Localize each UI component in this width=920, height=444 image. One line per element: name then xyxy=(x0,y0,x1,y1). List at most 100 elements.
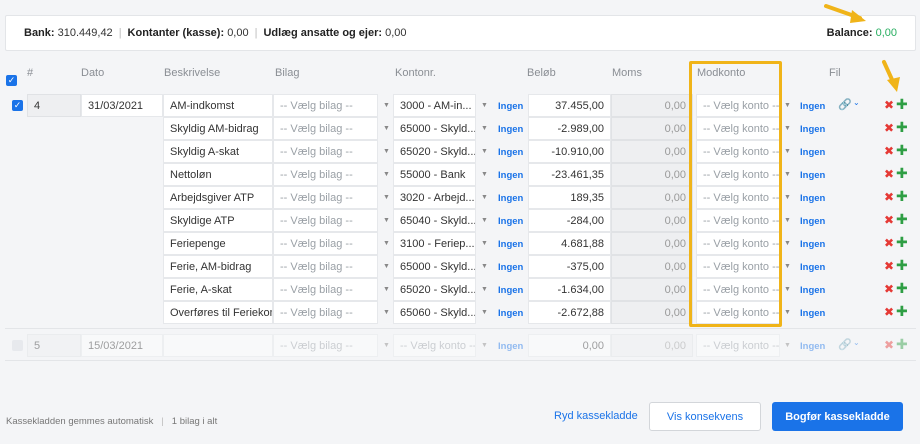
description-field[interactable]: Ferie, AM-bidrag xyxy=(163,255,273,278)
date-field[interactable]: 31/03/2021 xyxy=(81,94,163,117)
account-select[interactable]: 65020 - Skyld... xyxy=(393,140,476,163)
amount-field[interactable]: -284,00 xyxy=(528,209,611,232)
voucher-select[interactable]: -- Vælg bilag -- xyxy=(273,301,378,324)
voucher-select[interactable]: -- Vælg bilag -- xyxy=(273,186,378,209)
counter-account-select[interactable]: -- Vælg konto -- xyxy=(696,163,780,186)
caret-down-icon[interactable]: ▼ xyxy=(481,286,488,293)
add-row-icon[interactable]: ✚ xyxy=(896,119,908,136)
add-row-icon[interactable]: ✚ xyxy=(896,142,908,159)
delete-row-icon[interactable]: ✖ xyxy=(884,305,894,319)
select-all-checkbox[interactable]: ✓ xyxy=(6,75,17,86)
vat-code-link[interactable]: Ingen xyxy=(498,193,523,204)
amount-field[interactable]: 189,35 xyxy=(528,186,611,209)
counter-account-select[interactable]: -- Vælg konto -- xyxy=(696,301,780,324)
delete-row-icon[interactable]: ✖ xyxy=(884,121,894,135)
caret-down-icon[interactable]: ▼ xyxy=(383,148,390,155)
vat-code-link[interactable]: Ingen xyxy=(498,216,523,227)
add-row-icon[interactable]: ✚ xyxy=(896,234,908,251)
caret-down-icon[interactable]: ▼ xyxy=(784,342,791,349)
description-field[interactable]: Nettoløn xyxy=(163,163,273,186)
vat-code-link[interactable]: Ingen xyxy=(498,308,523,319)
amount-field[interactable]: -2.672,88 xyxy=(528,301,611,324)
counter-account-select[interactable]: -- Vælg konto -- xyxy=(696,255,780,278)
description-field[interactable] xyxy=(163,334,273,357)
account-select[interactable]: 65000 - Skyld... xyxy=(393,255,476,278)
caret-down-icon[interactable]: ▼ xyxy=(383,342,390,349)
account-select[interactable]: 65040 - Skyld... xyxy=(393,209,476,232)
amount-field[interactable]: -375,00 xyxy=(528,255,611,278)
add-row-icon[interactable]: ✚ xyxy=(896,257,908,274)
caret-down-icon[interactable]: ▼ xyxy=(784,171,791,178)
vat-code-link[interactable]: Ingen xyxy=(498,341,523,352)
delete-row-icon[interactable]: ✖ xyxy=(884,190,894,204)
counter-vat-code-link[interactable]: Ingen xyxy=(800,308,825,319)
account-select[interactable]: 3000 - AM-in... xyxy=(393,94,476,117)
caret-down-icon[interactable]: ▼ xyxy=(383,125,390,132)
vat-code-link[interactable]: Ingen xyxy=(498,147,523,158)
attach-icon[interactable]: 🔗 xyxy=(838,338,852,351)
description-field[interactable]: Ferie, A-skat xyxy=(163,278,273,301)
caret-down-icon[interactable]: ▼ xyxy=(784,240,791,247)
delete-row-icon[interactable]: ✖ xyxy=(884,167,894,181)
add-row-icon[interactable]: ✚ xyxy=(896,211,908,228)
caret-down-icon[interactable]: ▼ xyxy=(784,263,791,270)
counter-account-select[interactable]: -- Vælg konto -- xyxy=(696,209,780,232)
caret-down-icon[interactable]: ▼ xyxy=(481,194,488,201)
vat-code-link[interactable]: Ingen xyxy=(498,239,523,250)
counter-vat-code-link[interactable]: Ingen xyxy=(800,262,825,273)
amount-field[interactable]: -10.910,00 xyxy=(528,140,611,163)
amount-field[interactable]: -1.634,00 xyxy=(528,278,611,301)
add-row-icon[interactable]: ✚ xyxy=(896,188,908,205)
date-field[interactable]: 15/03/2021 xyxy=(81,334,163,357)
description-field[interactable]: AM-indkomst xyxy=(163,94,273,117)
caret-down-icon[interactable]: ▼ xyxy=(784,309,791,316)
delete-row-icon[interactable]: ✖ xyxy=(884,338,894,352)
counter-vat-code-link[interactable]: Ingen xyxy=(800,170,825,181)
delete-row-icon[interactable]: ✖ xyxy=(884,98,894,112)
caret-down-icon[interactable]: ▼ xyxy=(383,194,390,201)
account-select[interactable]: 65000 - Skyld... xyxy=(393,117,476,140)
account-select[interactable]: -- Vælg konto -- xyxy=(393,334,476,357)
counter-vat-code-link[interactable]: Ingen xyxy=(800,124,825,135)
counter-vat-code-link[interactable]: Ingen xyxy=(800,285,825,296)
add-row-icon[interactable]: ✚ xyxy=(896,96,908,113)
description-field[interactable]: Skyldig A-skat xyxy=(163,140,273,163)
show-consequence-button[interactable]: Vis konsekvens xyxy=(649,402,761,431)
counter-vat-code-link[interactable]: Ingen xyxy=(800,341,825,352)
caret-down-icon[interactable]: ▼ xyxy=(383,240,390,247)
caret-down-icon[interactable]: ▼ xyxy=(784,194,791,201)
amount-field[interactable]: 37.455,00 xyxy=(528,94,611,117)
amount-field[interactable]: -23.461,35 xyxy=(528,163,611,186)
caret-down-icon[interactable]: ▼ xyxy=(481,240,488,247)
voucher-select[interactable]: -- Vælg bilag -- xyxy=(273,117,378,140)
chevron-down-icon[interactable]: ⌄ xyxy=(853,98,860,107)
caret-down-icon[interactable]: ▼ xyxy=(383,263,390,270)
delete-row-icon[interactable]: ✖ xyxy=(884,236,894,250)
caret-down-icon[interactable]: ▼ xyxy=(784,102,791,109)
caret-down-icon[interactable]: ▼ xyxy=(481,217,488,224)
caret-down-icon[interactable]: ▼ xyxy=(481,309,488,316)
voucher-select[interactable]: -- Vælg bilag -- xyxy=(273,209,378,232)
add-row-icon[interactable]: ✚ xyxy=(896,280,908,297)
post-ledger-button[interactable]: Bogfør kassekladde xyxy=(772,402,903,431)
description-field[interactable]: Skyldig AM-bidrag xyxy=(163,117,273,140)
counter-vat-code-link[interactable]: Ingen xyxy=(800,216,825,227)
description-field[interactable]: Arbejdsgiver ATP xyxy=(163,186,273,209)
row-checkbox[interactable]: ✓ xyxy=(12,100,23,111)
caret-down-icon[interactable]: ▼ xyxy=(383,309,390,316)
counter-account-select[interactable]: -- Vælg konto -- xyxy=(696,278,780,301)
delete-row-icon[interactable]: ✖ xyxy=(884,144,894,158)
vat-code-link[interactable]: Ingen xyxy=(498,170,523,181)
amount-field[interactable]: 0,00 xyxy=(528,334,611,357)
counter-account-select[interactable]: -- Vælg konto -- xyxy=(696,117,780,140)
voucher-select[interactable]: -- Vælg bilag -- xyxy=(273,255,378,278)
counter-account-select[interactable]: -- Vælg konto -- xyxy=(696,186,780,209)
voucher-select[interactable]: -- Vælg bilag -- xyxy=(273,94,378,117)
amount-field[interactable]: 4.681,88 xyxy=(528,232,611,255)
caret-down-icon[interactable]: ▼ xyxy=(481,148,488,155)
counter-account-select[interactable]: -- Vælg konto -- xyxy=(696,140,780,163)
amount-field[interactable]: -2.989,00 xyxy=(528,117,611,140)
account-select[interactable]: 3100 - Feriep... xyxy=(393,232,476,255)
caret-down-icon[interactable]: ▼ xyxy=(481,171,488,178)
delete-row-icon[interactable]: ✖ xyxy=(884,213,894,227)
